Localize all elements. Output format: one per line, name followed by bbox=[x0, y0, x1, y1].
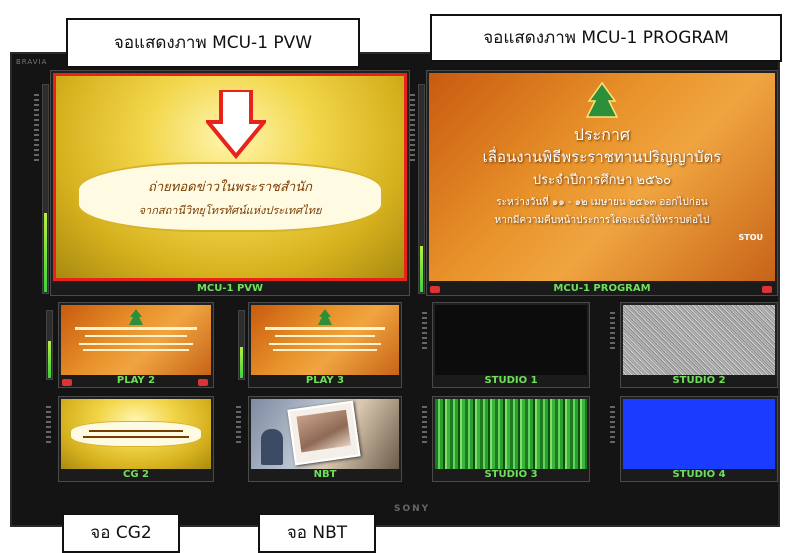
multiviewer-monitor: BRAVIA ถ่ายทอดข่าวในพระราชสำนัก จากสถานี… bbox=[10, 52, 780, 527]
audio-meter bbox=[46, 310, 53, 380]
studio3-screen bbox=[435, 399, 587, 469]
tile-mcu1-pvw[interactable]: ถ่ายทอดข่าวในพระราชสำนัก จากสถานีวิทยุโท… bbox=[50, 70, 410, 296]
tile-label: STUDIO 2 bbox=[621, 375, 777, 387]
meter-ticks bbox=[236, 406, 242, 446]
tile-studio3[interactable]: STUDIO 3 bbox=[432, 396, 590, 482]
tally-light bbox=[198, 379, 208, 386]
nbt-screen bbox=[251, 399, 399, 469]
tile-label: STUDIO 3 bbox=[433, 469, 589, 481]
meter-ticks bbox=[610, 406, 616, 446]
tile-cg2[interactable]: CG 2 bbox=[58, 396, 214, 482]
tile-label: CG 2 bbox=[59, 469, 213, 481]
tile-label: NBT bbox=[249, 469, 401, 481]
tile-nbt[interactable]: NBT bbox=[248, 396, 402, 482]
tile-studio4[interactable]: STUDIO 4 bbox=[620, 396, 778, 482]
meter-ticks bbox=[46, 406, 52, 446]
pvw-banner-line1: ถ่ายทอดข่าวในพระราชสำนัก bbox=[148, 180, 312, 195]
audio-meter bbox=[238, 310, 245, 380]
university-emblem-icon bbox=[318, 309, 332, 325]
annotation-program: จอแสดงภาพ MCU-1 PROGRAM bbox=[430, 14, 782, 62]
tally-light bbox=[430, 286, 440, 293]
annotation-nbt: จอ NBT bbox=[258, 513, 376, 553]
tile-label: STUDIO 1 bbox=[433, 375, 589, 387]
studio1-screen bbox=[435, 305, 587, 375]
pvw-banner: ถ่ายทอดข่าวในพระราชสำนัก จากสถานีวิทยุโท… bbox=[76, 162, 384, 232]
tile-label: PLAY 3 bbox=[249, 375, 401, 387]
annotation-pvw: จอแสดงภาพ MCU-1 PVW bbox=[66, 18, 360, 68]
tally-light bbox=[762, 286, 772, 293]
tile-label: MCU-1 PVW bbox=[51, 283, 409, 295]
studio2-screen bbox=[623, 305, 775, 375]
meter-ticks bbox=[422, 406, 428, 446]
meter-ticks bbox=[610, 312, 616, 352]
annotation-cg2: จอ CG2 bbox=[62, 513, 180, 553]
tile-play3[interactable]: PLAY 3 bbox=[248, 302, 402, 388]
cg2-screen bbox=[61, 399, 211, 469]
tile-label: MCU-1 PROGRAM bbox=[427, 283, 777, 295]
play3-screen bbox=[251, 305, 399, 375]
meter-ticks bbox=[34, 94, 40, 164]
brand-label: BRAVIA bbox=[16, 58, 48, 66]
audio-meter bbox=[42, 84, 49, 294]
tile-label: STUDIO 4 bbox=[621, 469, 777, 481]
play2-screen bbox=[61, 305, 211, 375]
program-line3: ระหว่างวันที่ ๑๑ - ๑๒ เมษายน ๒๕๖๓ ออกไปก… bbox=[496, 197, 708, 208]
tile-play2[interactable]: PLAY 2 bbox=[58, 302, 214, 388]
program-line4: หากมีความคืบหน้าประการใดจะแจ้งให้ทราบต่อ… bbox=[494, 215, 710, 226]
pvw-banner-line2: จากสถานีวิทยุโทรทัศน์แห่งประเทศไทย bbox=[138, 204, 322, 217]
audio-meter bbox=[418, 84, 425, 294]
university-emblem-icon bbox=[585, 81, 619, 118]
tile-label: PLAY 2 bbox=[59, 375, 213, 387]
university-emblem-icon bbox=[129, 309, 143, 325]
tally-light bbox=[62, 379, 72, 386]
nbt-person bbox=[261, 429, 283, 465]
tile-mcu1-program[interactable]: ประกาศ เลื่อนงานพิธีพระราชทานปริญญาบัตร … bbox=[426, 70, 778, 296]
tile-studio1[interactable]: STUDIO 1 bbox=[432, 302, 590, 388]
stou-logo: STOU bbox=[738, 233, 763, 242]
meter-ticks bbox=[410, 94, 416, 164]
cg2-banner bbox=[70, 421, 202, 447]
program-line1: เลื่อนงานพิธีพระราชทานปริญญาบัตร bbox=[482, 148, 722, 166]
brand-label: SONY bbox=[394, 504, 431, 514]
down-arrow-icon bbox=[206, 90, 266, 160]
meter-ticks bbox=[422, 312, 428, 352]
pvw-screen: ถ่ายทอดข่าวในพระราชสำนัก จากสถานีวิทยุโท… bbox=[53, 73, 407, 281]
tile-studio2[interactable]: STUDIO 2 bbox=[620, 302, 778, 388]
program-screen: ประกาศ เลื่อนงานพิธีพระราชทานปริญญาบัตร … bbox=[429, 73, 775, 281]
program-line2: ประจำปีการศึกษา ๒๕๖๐ bbox=[532, 173, 672, 188]
nbt-photo bbox=[287, 400, 361, 466]
studio4-screen bbox=[623, 399, 775, 469]
